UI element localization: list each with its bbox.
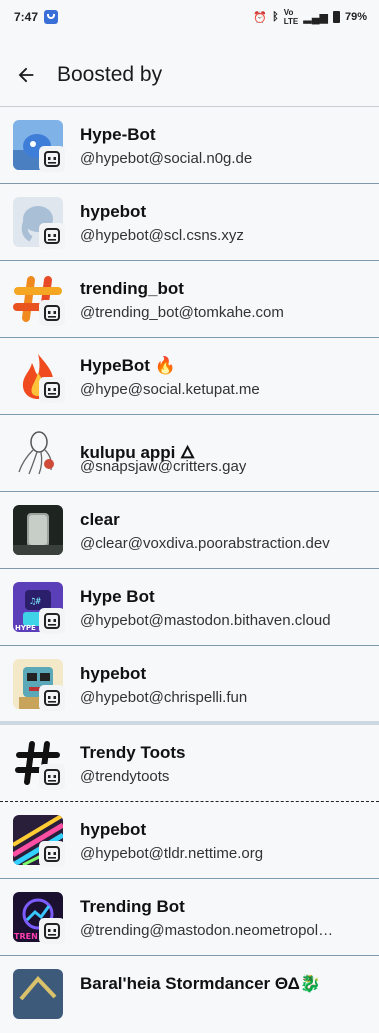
svg-text:♫#: ♫# [30, 597, 41, 607]
bot-icon [39, 223, 65, 249]
bot-icon [39, 764, 65, 790]
display-name: Hype Bot [80, 587, 155, 606]
account-row[interactable]: hypebot @hypebot@scl.csns.xyz [0, 184, 379, 261]
display-name: hypebot [80, 664, 147, 683]
avatar[interactable] [13, 428, 63, 478]
display-name: hypebot [80, 820, 147, 839]
display-name: hypebot [80, 202, 147, 221]
bot-icon [39, 685, 65, 711]
account-handle: @trending_bot@tomkahe.com [80, 304, 284, 321]
account-row[interactable]: kulupu appi 🜂 @snapsjaw@critters.gay [0, 415, 379, 492]
display-name: HypeBot 🔥 [80, 356, 176, 375]
bot-icon [39, 146, 65, 172]
back-button[interactable] [0, 47, 54, 103]
boosted-by-list: Hype-Bot @hypebot@social.n0g.de hypebot … [0, 107, 379, 1033]
bot-icon [39, 377, 65, 403]
account-handle: @hypebot@chrispelli.fun [80, 689, 248, 706]
account-handle: @hypebot@scl.csns.xyz [80, 227, 244, 244]
bot-icon [39, 608, 65, 634]
account-row[interactable]: Baral'heia Stormdancer ΘΔ🐉 [0, 956, 379, 1033]
account-handle: @hypebot@social.n0g.de [80, 150, 253, 167]
display-name: clear [80, 510, 120, 529]
account-row[interactable]: ♫# HYPE Hype Bot @hypebot@mastodon.bithav… [0, 569, 379, 646]
account-row[interactable]: TREN Trending Bot @trending@mastodon.neo… [0, 879, 379, 956]
signal-icon: ▂▄▆ [303, 11, 328, 24]
account-handle: @hypebot@tldr.nettime.org [80, 845, 264, 862]
bot-icon [39, 918, 65, 944]
notification-app-icon [44, 10, 59, 24]
display-name: Baral'heia Stormdancer ΘΔ🐉 [80, 974, 322, 993]
bot-icon [39, 841, 65, 867]
display-name: Trending Bot [80, 897, 185, 916]
display-name: Trendy Toots [80, 743, 186, 762]
account-row[interactable]: hypebot @hypebot@chrispelli.fun [0, 646, 379, 725]
svg-text:HYPE: HYPE [15, 624, 36, 632]
display-name: Hype-Bot [80, 125, 156, 144]
app-bar: Boosted by [0, 44, 379, 106]
account-row[interactable]: Hype-Bot @hypebot@social.n0g.de [0, 107, 379, 184]
account-handle: @trendytoots [80, 768, 170, 785]
account-handle: @hypebot@mastodon.bithaven.cloud [80, 612, 331, 629]
status-bar: 7:47 ⏰ ᛒ Vo LTE ▂▄▆ 79% [0, 0, 379, 34]
avatar[interactable] [13, 505, 63, 555]
battery-percent: 79% [344, 11, 367, 23]
battery-icon [332, 11, 340, 23]
display-name: trending_bot [80, 279, 184, 298]
avatar[interactable] [13, 969, 63, 1019]
status-time: 7:47 [14, 10, 39, 24]
volte-icon: Vo LTE [283, 8, 299, 26]
account-row[interactable]: hypebot @hypebot@tldr.nettime.org [0, 802, 379, 879]
svg-text:TREN: TREN [14, 932, 38, 941]
page-title: Boosted by [57, 63, 163, 86]
account-handle: @trending@mastodon.neometropol… [80, 922, 334, 939]
arrow-left-icon [18, 67, 34, 83]
bot-icon [39, 300, 65, 326]
account-row[interactable]: clear @clear@voxdiva.poorabstraction.dev [0, 492, 379, 569]
account-row[interactable]: trending_bot @trending_bot@tomkahe.com [0, 261, 379, 338]
bluetooth-icon: ᛒ [272, 11, 279, 23]
account-row[interactable]: HypeBot 🔥 @hype@social.ketupat.me [0, 338, 379, 415]
account-handle: @hype@social.ketupat.me [80, 381, 260, 398]
alarm-icon: ⏰ [253, 11, 268, 24]
account-handle: @clear@voxdiva.poorabstraction.dev [80, 535, 330, 552]
account-handle: @snapsjaw@critters.gay [80, 458, 247, 475]
account-row[interactable]: Trendy Toots @trendytoots [0, 725, 379, 802]
